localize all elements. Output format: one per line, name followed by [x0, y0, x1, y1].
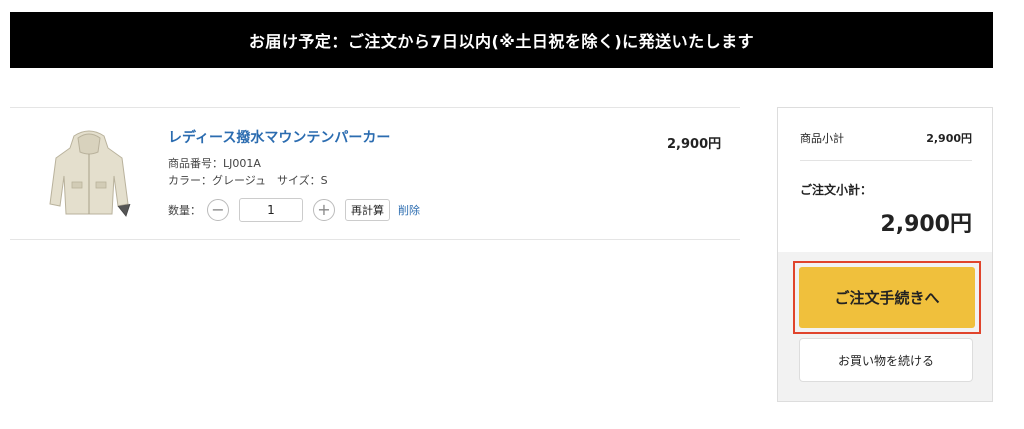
- delivery-notice-text: お届け予定：ご注文から7日以内(※土日祝を除く)に発送いたします: [248, 32, 755, 51]
- cart-item-row: レディース撥水マウンテンパーカー 商品番号：LJ001A カラー：グレージュ サ…: [10, 107, 740, 240]
- product-sku: 商品番号：LJ001A: [168, 157, 261, 170]
- order-subtotal-value: 2,900円: [880, 212, 972, 237]
- summary-divider: [800, 160, 972, 161]
- quantity-controls: 数量： − + 再計算 削除: [168, 198, 420, 222]
- product-image[interactable]: [44, 126, 134, 222]
- continue-shopping-button[interactable]: お買い物を続ける: [799, 338, 973, 382]
- order-subtotal-label: ご注文小計：: [800, 183, 873, 197]
- plus-icon: +: [317, 200, 331, 219]
- quantity-label: 数量：: [168, 204, 201, 217]
- increase-quantity-button[interactable]: +: [313, 199, 335, 221]
- product-color-size: カラー：グレージュ サイズ：S: [168, 174, 328, 187]
- proceed-to-checkout-button[interactable]: ご注文手続きへ: [799, 267, 975, 328]
- subtotal-row: 商品小計 2,900円: [800, 130, 972, 146]
- delete-item-link[interactable]: 削除: [398, 202, 420, 218]
- summary-totals: 商品小計 2,900円 ご注文小計： 2,900円: [778, 108, 992, 252]
- quantity-input[interactable]: [239, 198, 303, 222]
- order-summary-panel: 商品小計 2,900円 ご注文小計： 2,900円 ご注文手続きへ お買い物を続…: [777, 107, 993, 402]
- recalculate-button[interactable]: 再計算: [345, 199, 390, 221]
- subtotal-value: 2,900円: [926, 132, 972, 145]
- product-price: 2,900円: [667, 137, 722, 152]
- minus-icon: −: [211, 200, 225, 219]
- decrease-quantity-button[interactable]: −: [207, 199, 229, 221]
- checkout-highlight-frame: ご注文手続きへ: [793, 261, 981, 334]
- product-title-link[interactable]: レディース撥水マウンテンパーカー: [168, 127, 390, 147]
- delivery-notice-banner: お届け予定：ご注文から7日以内(※土日祝を除く)に発送いたします: [10, 12, 993, 68]
- subtotal-label: 商品小計: [800, 132, 844, 145]
